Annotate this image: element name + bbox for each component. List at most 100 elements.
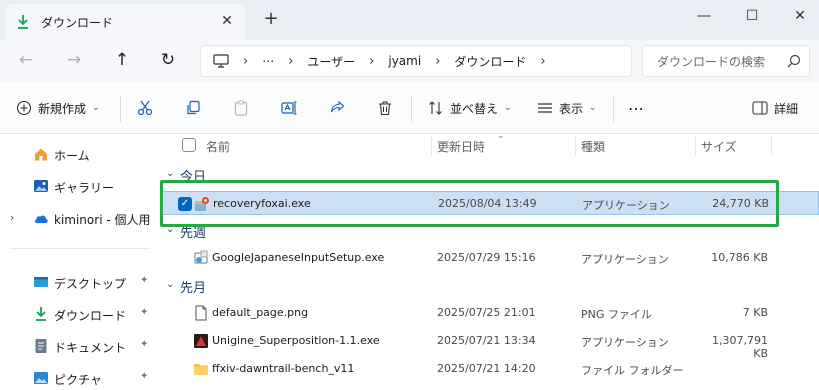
breadcrumb[interactable]: › ⋯ › ユーザー › jyami › ダウンロード › [200,45,632,77]
pin-icon[interactable]: ✦ [140,371,152,383]
home-icon [35,148,47,161]
delete-button[interactable] [377,98,393,118]
table-row[interactable]: Unigine_Superposition-1.1.exe 2025/07/21… [160,329,819,360]
file-type: ファイル フォルダー [581,364,684,377]
file-date: 2025/07/21 14:20 [437,362,536,375]
sidebar-item-label: kiminori - 個人用 [54,213,151,227]
sidebar-item-label: ホーム [54,149,90,163]
maximize-button[interactable]: ☐ [729,0,775,32]
group-header-last-month[interactable]: ⌄ 先月 [160,275,819,297]
copy-icon [187,100,200,115]
command-bar: 新規作成 ⌄ 並べ替え ⌄ 表示 ⌄ ⋯ 詳細 [0,82,819,134]
paste-button[interactable] [233,98,249,118]
refresh-button[interactable]: ↻ [158,50,178,70]
folder-icon [194,364,208,375]
breadcrumb-users[interactable]: ユーザー [307,53,355,70]
navigation-pane: ホーム ギャラリー › kiminori - 個人用 デスクトップ ✦ ダウンロ… [0,134,160,390]
table-row[interactable]: GoogleJapaneseInputSetup.exe 2025/07/29 … [160,246,819,270]
breadcrumb-ellipsis[interactable]: ⋯ [262,54,274,68]
sidebar-item-label: ドキュメント [54,341,127,355]
command-divider [120,96,121,122]
setup-icon [194,250,208,264]
chevron-down-icon: ⌄ [92,103,100,113]
select-all-checkbox[interactable] [182,138,196,152]
file-date: 2025/07/29 15:16 [437,251,536,264]
address-bar: ← → ↑ ↻ › ⋯ › ユーザー › jyami › ダウンロード › ダウ… [0,40,819,82]
collapse-chevron-icon: ⌄ [166,168,175,179]
gallery-icon [34,180,48,192]
file-name: Unigine_Superposition-1.1.exe [212,334,380,347]
table-row[interactable]: ffxiv-dawntrail-bench_v11 2025/07/21 14:… [160,357,819,381]
copy-button[interactable] [185,98,201,118]
expand-chevron-icon[interactable]: › [10,211,14,224]
sidebar-item-pictures[interactable]: ピクチャ ✦ [0,365,160,390]
sort-icon [429,101,442,115]
new-button[interactable]: 新規作成 ⌄ [16,98,100,118]
column-size[interactable]: サイズ [701,138,737,155]
sidebar-item-label: デスクトップ [54,277,127,291]
png-file-icon [195,305,207,321]
sidebar-item-label: ダウンロード [54,309,127,323]
sidebar-item-onedrive[interactable]: › kiminori - 個人用 [0,205,160,231]
sort-button-label: 並べ替え [450,101,499,116]
details-pane-button[interactable]: 詳細 [752,98,798,118]
download-icon [36,307,46,321]
cut-button[interactable] [137,98,153,118]
rename-icon [281,101,297,115]
collapse-chevron-icon: ⌄ [166,279,175,290]
title-bar: ダウンロード ✕ + — ☐ ✕ [0,0,819,40]
forward-button[interactable]: → [64,50,84,70]
close-window-button[interactable]: ✕ [777,0,819,32]
tab-close-icon[interactable]: ✕ [219,13,235,29]
tab-downloads[interactable]: ダウンロード ✕ [5,4,245,40]
details-pane-label: 詳細 [774,101,799,116]
column-divider[interactable] [575,136,576,156]
clipboard-icon [234,100,248,116]
view-button[interactable]: 表示 ⌄ [537,98,597,118]
sort-button[interactable]: 並べ替え ⌄ [428,98,512,118]
column-divider[interactable] [431,136,432,156]
file-size: 10,786 KB [711,251,768,264]
file-name: default_page.png [212,306,309,319]
up-button[interactable]: ↑ [112,50,132,70]
more-options-button[interactable]: ⋯ [628,98,644,118]
share-button[interactable] [329,98,345,118]
search-icon [787,54,801,68]
column-type[interactable]: 種類 [581,138,605,155]
command-divider [613,96,614,122]
pin-icon[interactable]: ✦ [140,307,152,319]
column-divider[interactable] [771,136,772,156]
sidebar-item-gallery[interactable]: ギャラリー [0,173,160,199]
file-name: ffxiv-dawntrail-bench_v11 [212,362,355,375]
pin-icon[interactable]: ✦ [140,339,152,351]
sidebar-item-home[interactable]: ホーム [0,141,160,167]
file-date: 2025/07/25 21:01 [437,306,536,319]
back-button[interactable]: ← [16,50,36,70]
file-date: 2025/07/21 13:34 [437,334,536,347]
pictures-icon [34,372,48,384]
minimize-button[interactable]: — [681,0,727,32]
sidebar-item-documents[interactable]: ドキュメント ✦ [0,333,160,359]
breadcrumb-downloads[interactable]: ダウンロード [454,53,526,70]
file-list: 名前 ⌄ 更新日時 種類 サイズ ⌄ 今日 ✓ recoveryfoxai.ex… [160,131,819,390]
pin-icon[interactable]: ✦ [140,275,152,287]
download-icon [18,15,28,29]
new-tab-button[interactable]: + [262,10,280,28]
sidebar-item-downloads[interactable]: ダウンロード ✦ [0,301,160,327]
tab-title: ダウンロード [41,15,114,30]
column-date[interactable]: 更新日時 [437,138,485,155]
trash-icon [379,101,391,116]
breadcrumb-user[interactable]: jyami [388,54,421,68]
sidebar-divider [10,248,150,249]
sidebar-item-desktop[interactable]: デスクトップ ✦ [0,269,160,295]
column-name[interactable]: 名前 [206,138,230,155]
scissors-icon [137,100,153,116]
file-type: アプリケーション [581,253,669,266]
table-row[interactable]: default_page.png 2025/07/25 21:01 PNG ファ… [160,301,819,325]
plus-circle-icon [16,100,32,116]
breadcrumb-separator: › [540,53,546,69]
cloud-icon [34,215,48,223]
search-input[interactable]: ダウンロードの検索 [642,45,810,77]
column-divider[interactable] [695,136,696,156]
rename-button[interactable] [281,98,297,118]
